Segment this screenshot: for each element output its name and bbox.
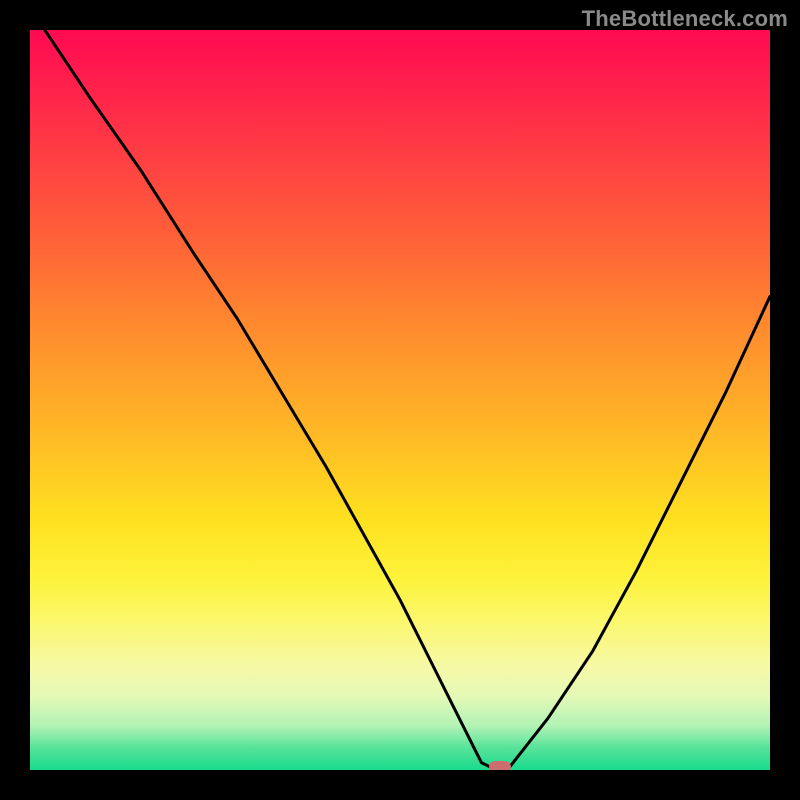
chart-frame: TheBottleneck.com <box>0 0 800 800</box>
optimal-point-marker <box>489 761 511 770</box>
plot-area <box>30 30 770 770</box>
curve-path <box>45 30 770 770</box>
bottleneck-curve <box>30 30 770 770</box>
watermark-text: TheBottleneck.com <box>582 6 788 32</box>
